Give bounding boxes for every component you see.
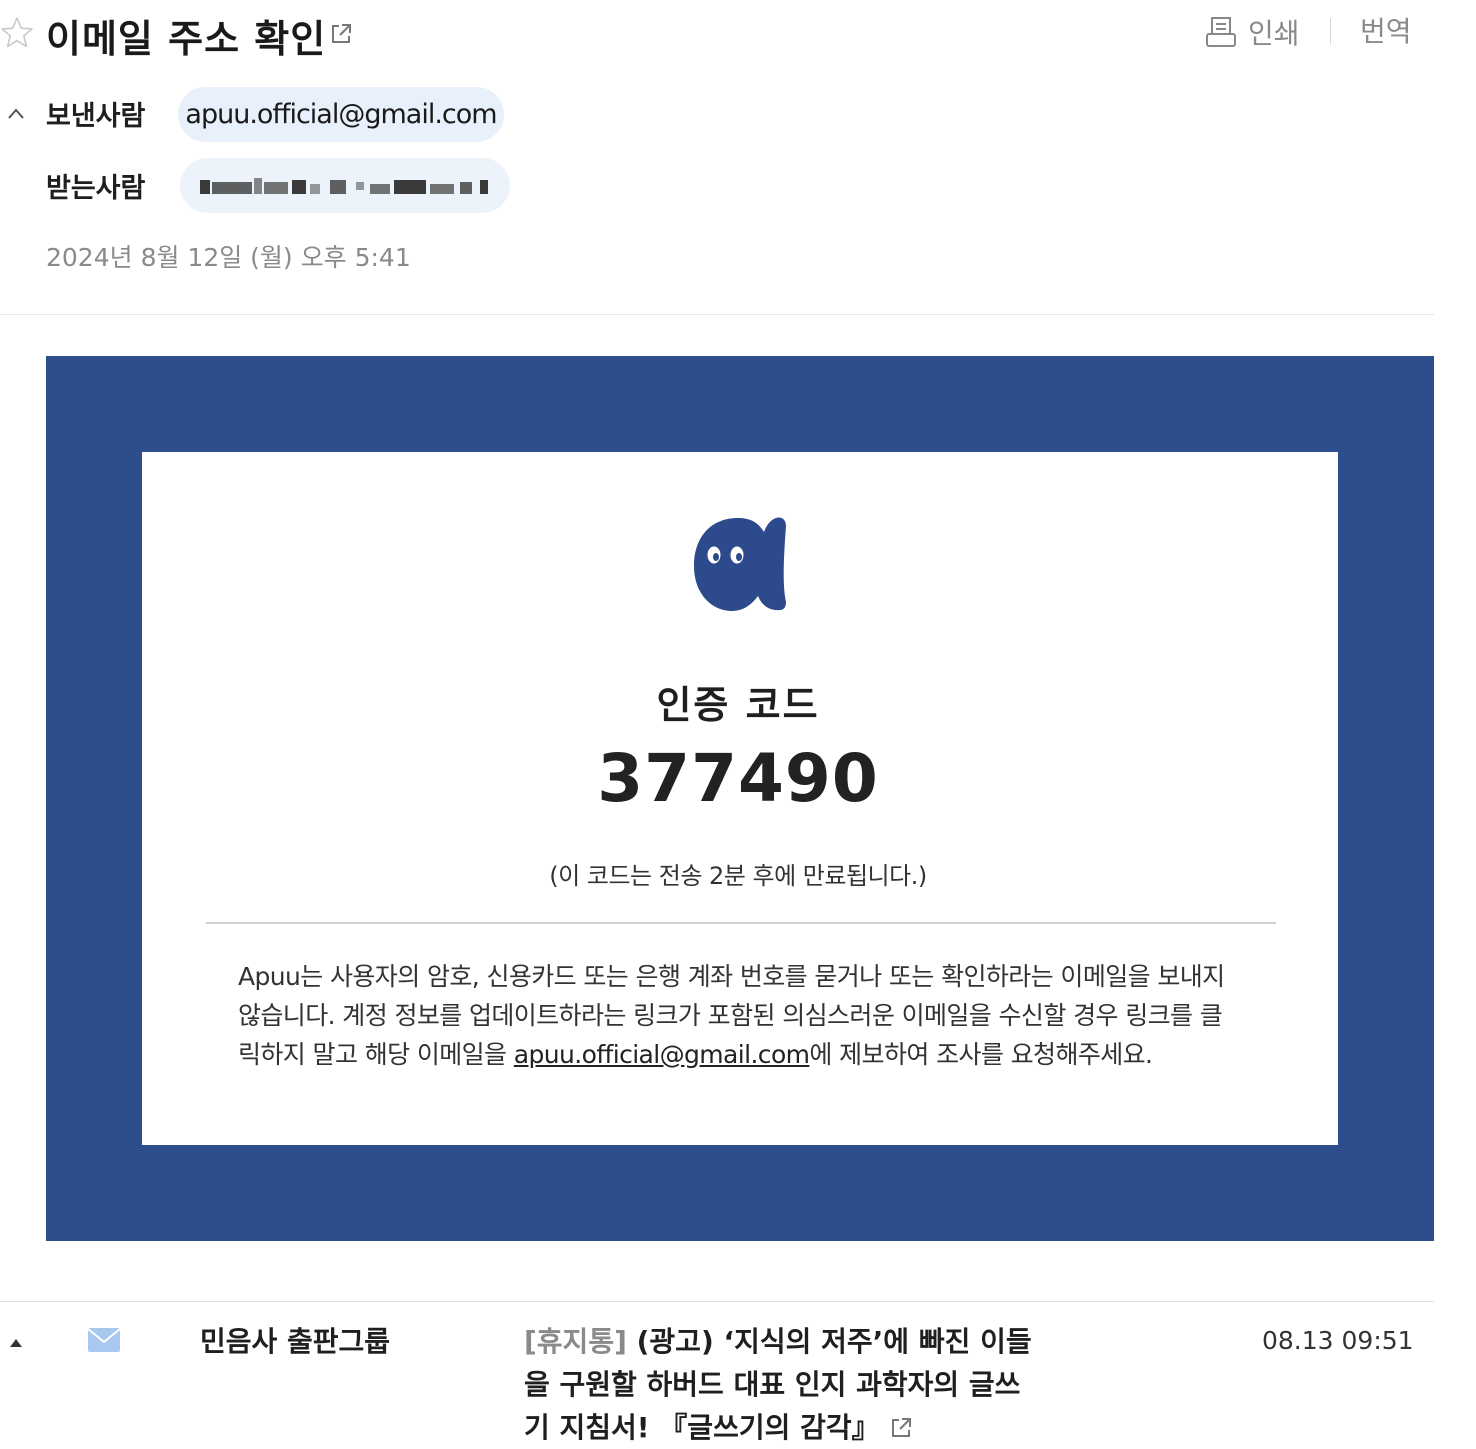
star-icon[interactable] (0, 16, 34, 50)
list-divider (0, 1301, 1434, 1302)
mail-time: 08.13 09:51 (1262, 1326, 1414, 1355)
header-divider (0, 314, 1434, 315)
notice-text-end: 에 제보하여 조사를 요청해주세요. (809, 1040, 1153, 1069)
mail-subject: 이메일 주소 확인 (46, 17, 327, 61)
popout-icon[interactable] (329, 22, 353, 46)
trash-tag: [휴지통] (524, 1325, 627, 1358)
recipient-label: 받는사람 (46, 173, 146, 204)
sender-label: 보낸사람 (46, 101, 146, 132)
code-title: 인증 코드 (656, 683, 820, 727)
security-notice: Apuu는 사용자의 암호, 신용카드 또는 은행 계좌 번호를 묻거나 또는 … (238, 957, 1238, 1074)
recipient-chip-redacted[interactable] (180, 158, 510, 213)
sent-date: 2024년 8월 12일 (월) 오후 5:41 (46, 243, 411, 272)
expand-triangle-icon[interactable] (9, 1337, 23, 1349)
print-icon (1206, 17, 1236, 47)
external-link-icon[interactable] (889, 1416, 913, 1440)
collapse-icon[interactable] (6, 104, 26, 124)
report-email-link[interactable]: apuu.official@gmail.com (514, 1040, 810, 1069)
verification-code: 377490 (597, 740, 879, 817)
code-expiry-note: (이 코드는 전송 2분 후에 만료됩니다.) (549, 862, 927, 890)
mail-subject-link[interactable]: [휴지통] (광고) ‘지식의 저주’에 빠진 이들을 구원할 하버드 대표 인… (524, 1320, 1044, 1449)
mail-icon[interactable] (87, 1327, 121, 1353)
print-button[interactable]: 인쇄 (1204, 12, 1300, 52)
brand-logo (694, 517, 786, 611)
toolbar-divider (1330, 18, 1331, 44)
card-divider (206, 922, 1276, 924)
mail-sender[interactable]: 민음사 출판그룹 (200, 1320, 390, 1360)
print-label: 인쇄 (1248, 17, 1300, 50)
sender-chip[interactable]: apuu.official@gmail.com (178, 87, 504, 142)
translate-button[interactable]: 번역 (1360, 12, 1412, 52)
